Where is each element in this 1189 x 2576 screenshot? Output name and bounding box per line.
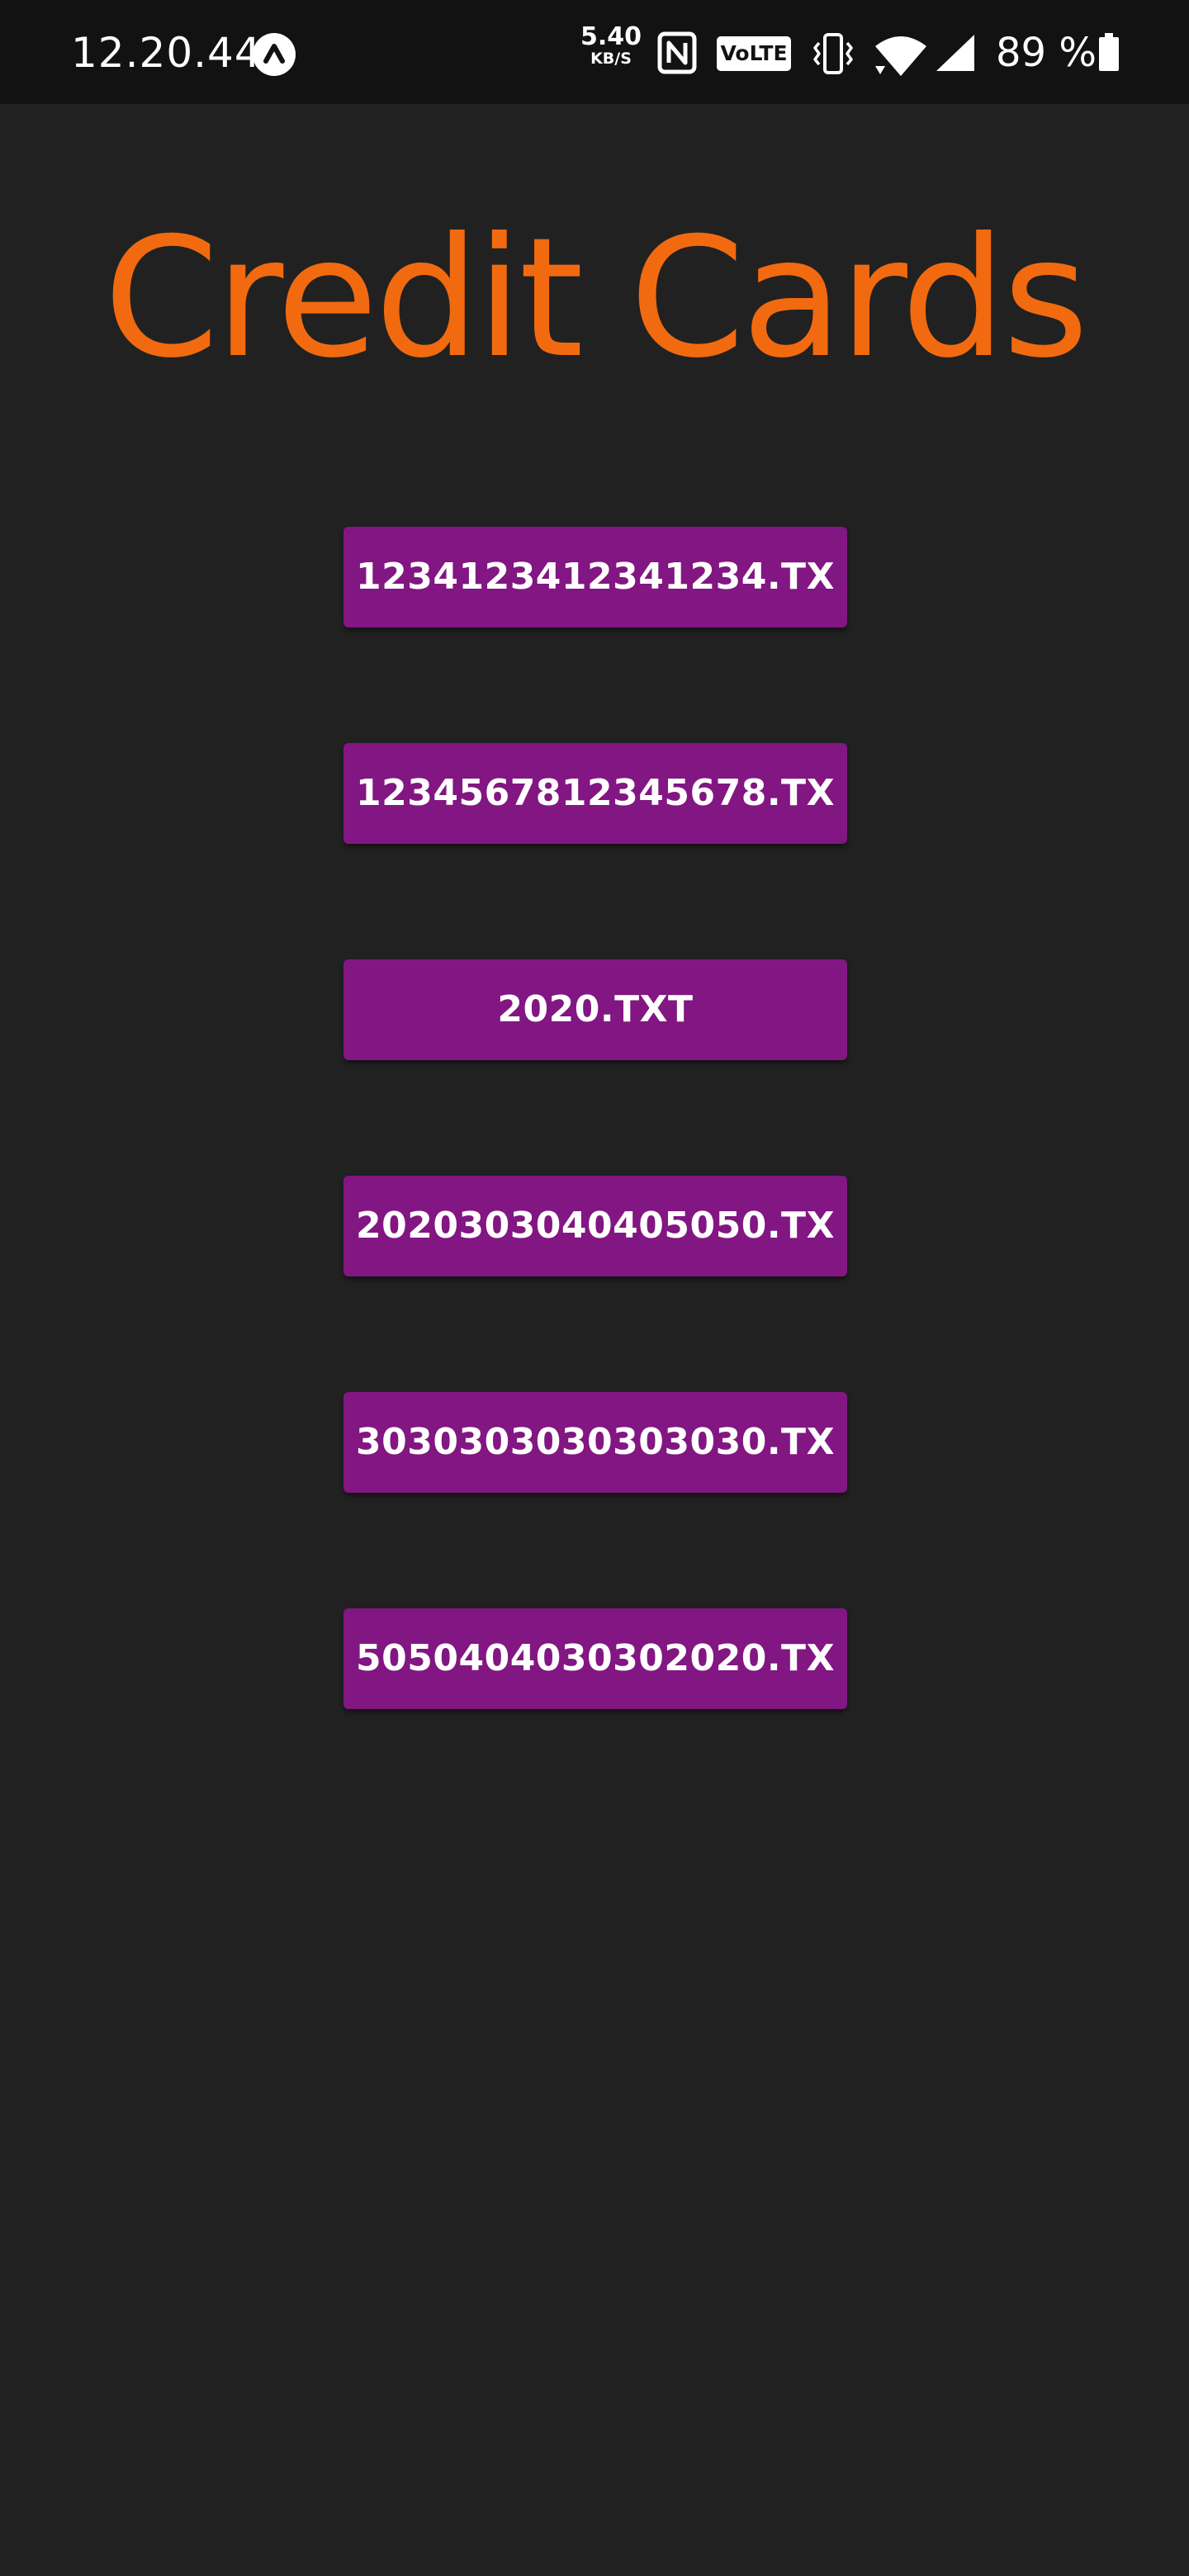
status-time: 12.20.44 [71, 29, 262, 77]
credit-card-file-list: 1234123412341234.TX 1234567812345678.TX … [343, 527, 847, 1825]
network-speed-value: 5.40 [580, 22, 642, 51]
network-speed: 5.40 KB/S [580, 25, 642, 67]
battery-percent: 89 % [996, 30, 1097, 76]
card-file-button[interactable]: 1234123412341234.TX [343, 527, 847, 627]
card-file-button[interactable]: 2020.TXT [343, 959, 847, 1060]
page-title: Credit Cards [103, 202, 1088, 395]
card-file-button[interactable]: 1234567812345678.TX [343, 743, 847, 844]
card-file-button[interactable]: 3030303030303030.TX [343, 1392, 847, 1493]
network-speed-unit: KB/S [590, 50, 632, 68]
status-bar: 12.20.44 5.40 KB/S VoLTE 89 % [0, 0, 1189, 104]
vibrate-icon [813, 33, 853, 74]
card-file-button[interactable]: 5050404030302020.TX [343, 1608, 847, 1709]
card-file-button[interactable]: 2020303040405050.TX [343, 1176, 847, 1276]
volte-badge: VoLTE [717, 36, 791, 71]
wifi-icon [875, 36, 926, 76]
cell-signal-icon [936, 35, 974, 71]
arrow-up-circle-icon [253, 33, 296, 76]
battery-icon [1099, 33, 1119, 71]
nfc-icon [657, 31, 697, 74]
